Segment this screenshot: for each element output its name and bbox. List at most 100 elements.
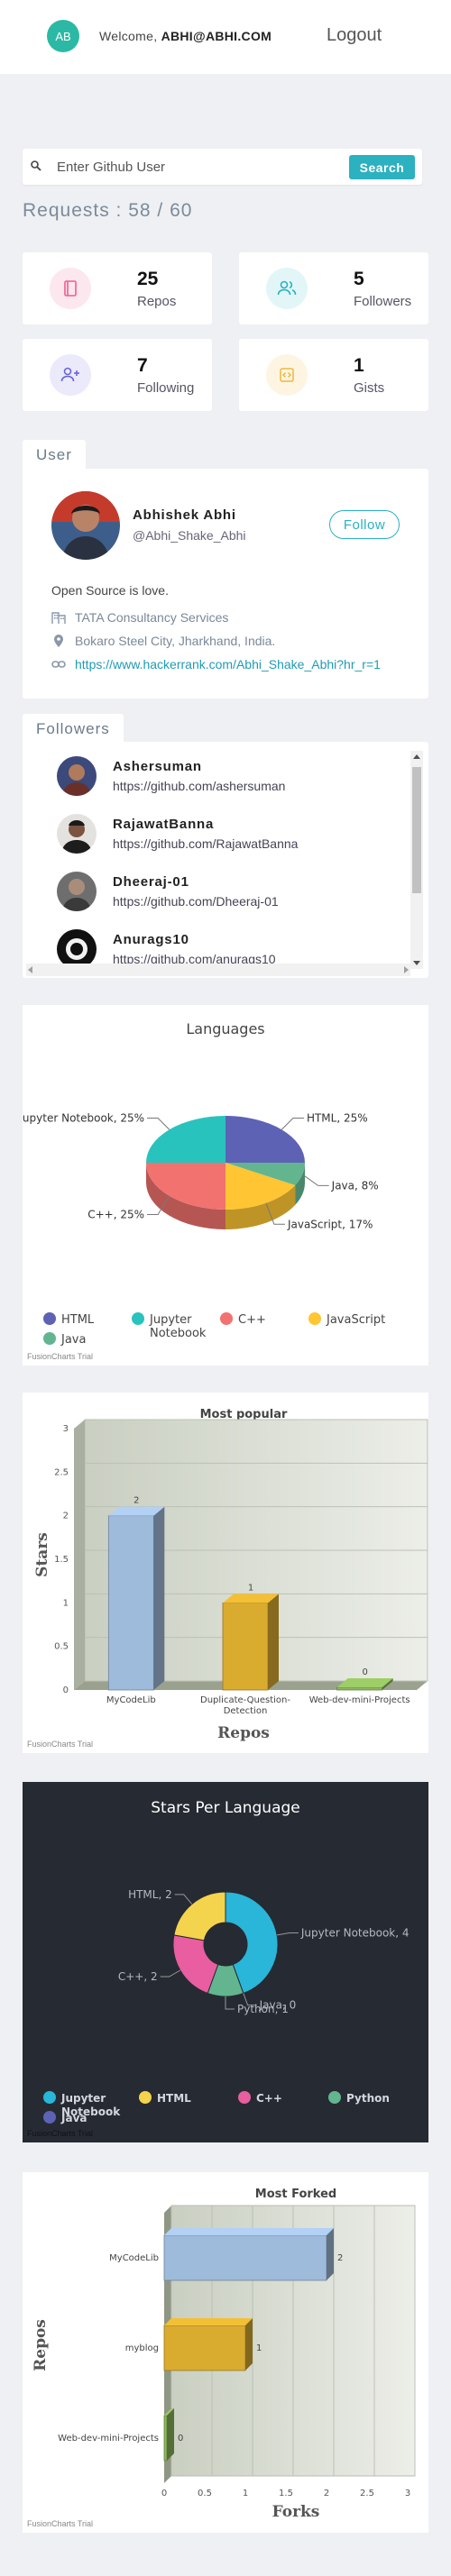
legend-label: Jupyter xyxy=(60,2092,106,2105)
bar xyxy=(163,2415,168,2462)
legend-label: Jupyter xyxy=(149,1313,192,1327)
donut-slice xyxy=(173,1891,226,1941)
fusioncharts-trial-label: FusionCharts Trial xyxy=(27,1740,93,1749)
pie-label-line xyxy=(147,1118,170,1130)
x-tick-label: Web-dev-mini-Projects xyxy=(309,1695,410,1705)
follower-avatar xyxy=(57,814,97,854)
stat-card-followers: 5 Followers xyxy=(239,252,428,324)
y-tick-label: 0.5 xyxy=(54,1642,69,1652)
most-forked-bar-chart: Most Forked 0 0.5 1 1.5 2 2.5 3 2 MyCodeLib 1 mybl… xyxy=(27,2188,416,2528)
welcome-text: Welcome, ABHI@ABHI.COM xyxy=(99,29,272,43)
legend-marker xyxy=(308,1312,321,1325)
donut-label-line xyxy=(277,1932,299,1936)
company-text: TATA Consultancy Services xyxy=(75,610,229,625)
pie-label-line xyxy=(301,1174,329,1186)
follower-avatar xyxy=(57,756,97,796)
stat-value: 1 xyxy=(354,355,364,376)
company-row: TATA Consultancy Services xyxy=(51,610,228,625)
stat-label: Followers xyxy=(354,294,412,309)
top-navbar: AB Welcome, ABHI@ABHI.COM Logout xyxy=(0,0,451,74)
languages-chart-panel: Languages HTML, 25% Java, 8% JavaScript, 1… xyxy=(23,1005,428,1366)
fusioncharts-trial-label: FusionCharts Trial xyxy=(27,2129,93,2138)
bar xyxy=(163,2234,327,2281)
bar-side xyxy=(268,1594,279,1690)
user-bio: Open Source is love. xyxy=(51,583,169,598)
user-email: ABHI@ABHI.COM xyxy=(161,29,272,43)
legend-label: Python xyxy=(346,2092,390,2105)
users-icon xyxy=(266,268,308,309)
blog-row[interactable]: https://www.hackerrank.com/Abhi_Shake_Ab… xyxy=(51,657,381,671)
bar-value-label: 0 xyxy=(362,1667,367,1677)
bar xyxy=(163,2325,246,2371)
scroll-right-arrow-icon[interactable] xyxy=(404,966,409,973)
follow-button[interactable]: Follow xyxy=(329,510,400,539)
follower-url[interactable]: https://github.com/ashersuman xyxy=(113,779,285,793)
follower-url[interactable]: https://github.com/Dheeraj-01 xyxy=(113,894,279,909)
scroll-up-arrow-icon[interactable] xyxy=(413,754,420,759)
y-tick-label: 1 xyxy=(63,1598,69,1608)
bar-value-label: 0 xyxy=(178,2434,183,2444)
donut-label-line xyxy=(174,1894,193,1905)
legend-label: C++ xyxy=(256,2092,282,2105)
search-icon xyxy=(31,160,41,171)
fusioncharts-trial-label: FusionCharts Trial xyxy=(27,1352,93,1361)
legend-label: Java xyxy=(60,2112,87,2124)
legend-label: C++ xyxy=(238,1313,266,1327)
scroll-left-arrow-icon[interactable] xyxy=(28,966,32,973)
y-tick-label: 2 xyxy=(63,1512,69,1521)
follower-name[interactable]: Ashersuman xyxy=(113,759,202,774)
stat-card-following: 7 Following xyxy=(23,339,212,411)
user-card: Abhishek Abhi @Abhi_Shake_Abhi Follow Op… xyxy=(23,469,428,699)
stat-label: Gists xyxy=(354,380,385,396)
donut-label-line xyxy=(160,1969,181,1978)
search-input[interactable] xyxy=(57,157,327,177)
legend-label: JavaScript xyxy=(326,1313,385,1327)
fusioncharts-trial-label: FusionCharts Trial xyxy=(27,2519,93,2528)
follower-url[interactable]: https://github.com/RajawatBanna xyxy=(113,836,298,851)
y-tick-label: myblog xyxy=(125,2343,159,2353)
scroll-down-arrow-icon[interactable] xyxy=(413,961,420,965)
bar xyxy=(336,1686,383,1691)
logout-button[interactable]: Logout xyxy=(327,25,382,46)
pie-slice-label: JavaScript, 17% xyxy=(287,1218,373,1230)
search-bar: Search xyxy=(23,149,422,185)
donut-slice-label: Jupyter Notebook, 4 xyxy=(300,1926,410,1939)
scroll-thumb[interactable] xyxy=(412,767,421,893)
legend-marker xyxy=(139,2091,152,2104)
legend-marker xyxy=(43,2111,56,2124)
legend-label: Notebook xyxy=(150,1327,207,1340)
map-pin-icon xyxy=(54,635,63,647)
x-tick-label: 0 xyxy=(161,2489,167,2498)
x-axis-label: Repos xyxy=(217,1724,270,1742)
pie-slice-label: Jupyter Notebook, 25% xyxy=(23,1112,144,1125)
user-avatar xyxy=(51,491,120,560)
follower-name[interactable]: Anurags10 xyxy=(113,932,189,947)
follower-name[interactable]: Dheeraj-01 xyxy=(113,874,189,890)
x-tick-label: Detection xyxy=(224,1706,268,1716)
follower-name[interactable]: RajawatBanna xyxy=(113,817,214,832)
bar xyxy=(222,1602,269,1691)
pie-slice-label: C++, 25% xyxy=(87,1208,144,1220)
followers-vertical-scrollbar[interactable] xyxy=(410,751,423,969)
location-row: Bokaro Steel City, Jharkhand, India. xyxy=(51,634,275,648)
followers-list[interactable]: Ashersuman https://github.com/ashersuman… xyxy=(23,742,428,978)
followers-horizontal-scrollbar[interactable] xyxy=(26,964,410,976)
building-icon xyxy=(51,612,66,624)
y-tick-label: 2.5 xyxy=(54,1467,69,1477)
donut-slice-label: HTML, 2 xyxy=(128,1888,172,1901)
location-text: Bokaro Steel City, Jharkhand, India. xyxy=(75,634,276,648)
code-icon xyxy=(266,354,308,396)
y-tick-label: MyCodeLib xyxy=(109,2253,159,2263)
blog-link[interactable]: https://www.hackerrank.com/Abhi_Shake_Ab… xyxy=(75,657,381,671)
bar-top xyxy=(164,2228,334,2235)
legend-label: HTML xyxy=(157,2092,191,2105)
requests-counter: Requests : 58 / 60 xyxy=(23,200,193,221)
x-tick-label: 1.5 xyxy=(279,2489,293,2498)
book-icon xyxy=(50,268,91,309)
y-axis-label: Stars xyxy=(33,1532,51,1577)
pie-slice-label: Java, 8% xyxy=(331,1179,379,1192)
search-button[interactable]: Search xyxy=(349,155,415,179)
legend-label: HTML xyxy=(61,1313,95,1327)
chart-title: Stars Per Language xyxy=(151,1799,300,1817)
donut-slice-label: Python, 1 xyxy=(237,2003,289,2015)
